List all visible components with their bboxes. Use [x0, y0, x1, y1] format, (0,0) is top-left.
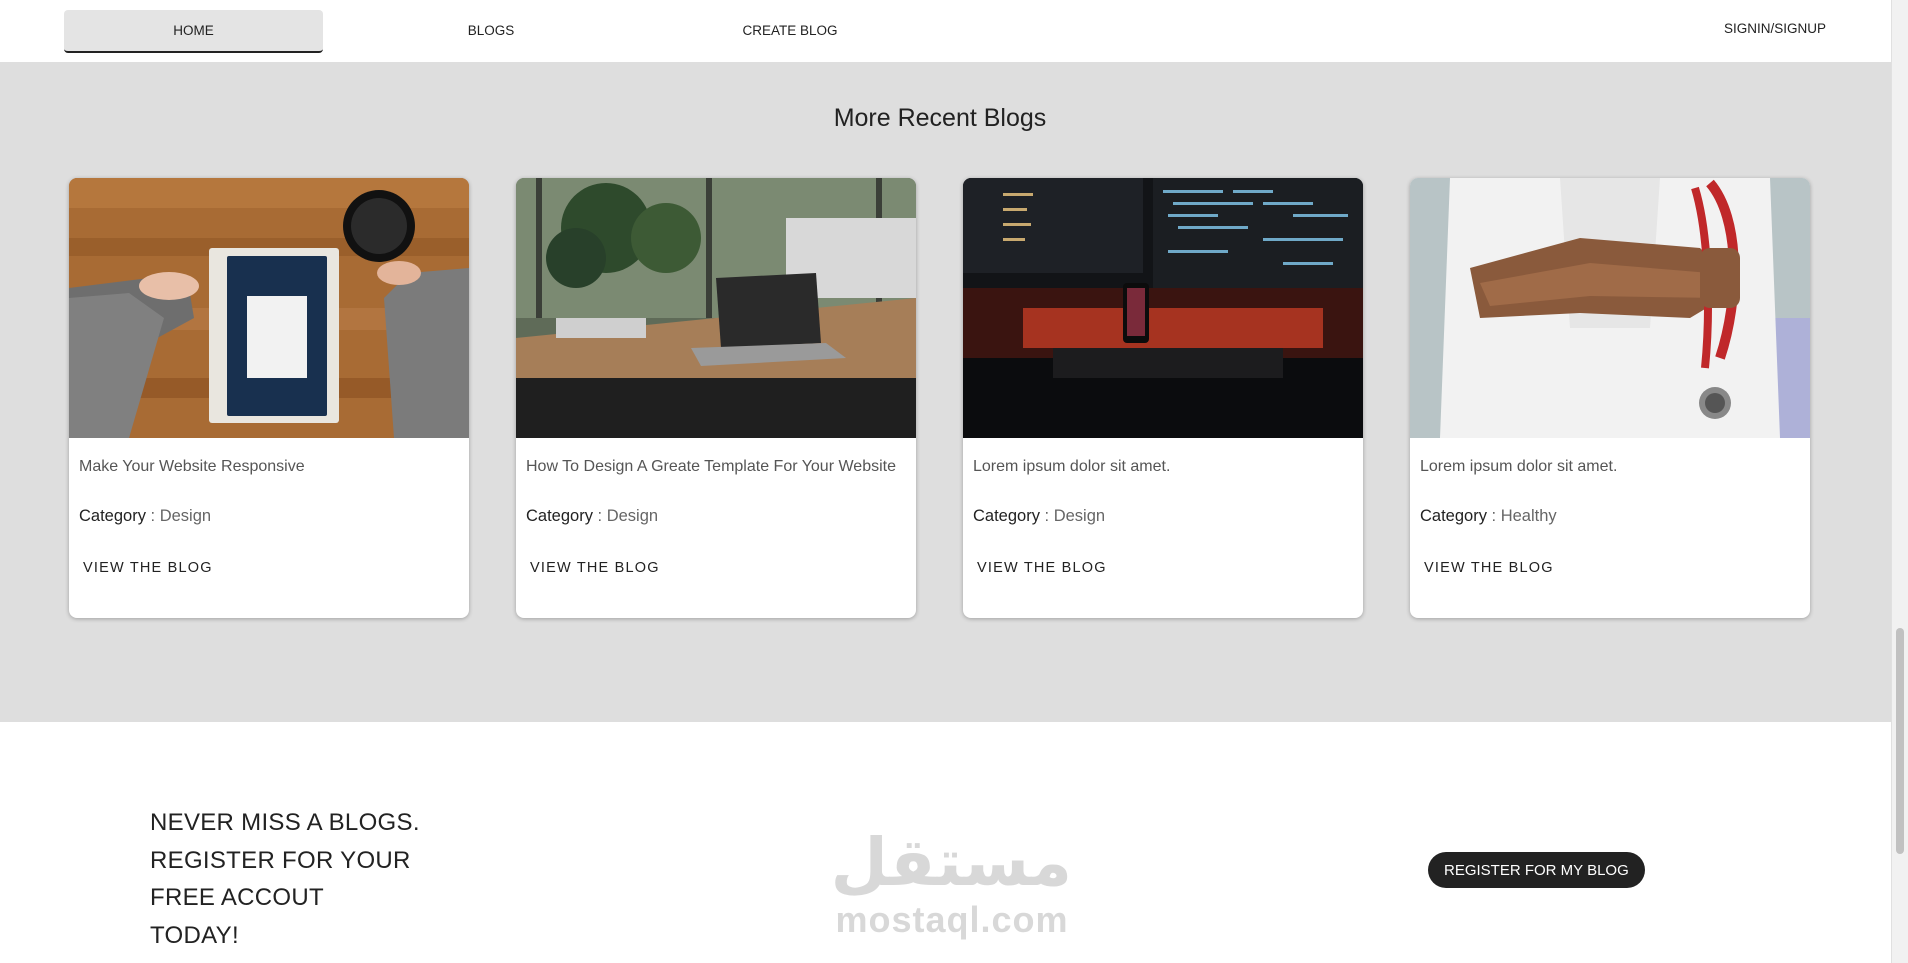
newsletter-cta-section: NEVER MISS A BLOGS. REGISTER FOR YOUR FR… — [0, 722, 1892, 963]
cta-text: NEVER MISS A BLOGS. REGISTER FOR YOUR FR… — [150, 804, 440, 954]
blog-card-image[interactable] — [69, 178, 469, 438]
blog-card-title: How To Design A Greate Template For Your… — [526, 458, 896, 475]
category-value: Design — [1053, 507, 1106, 525]
blog-card-image[interactable] — [516, 178, 916, 438]
blog-card-image[interactable] — [1410, 178, 1810, 438]
watermark-latin-text: mostaql.com — [835, 899, 1069, 940]
category-label: Category — [1420, 507, 1487, 525]
nav-blogs-link[interactable]: BLOGS — [426, 10, 556, 51]
nav-create-blog-link[interactable]: CREATE BLOG — [730, 10, 850, 51]
view-blog-link[interactable]: VIEW THE BLOG — [1424, 560, 1554, 576]
recent-blogs-section: More Recent Blogs Make Your Website Resp… — [0, 62, 1892, 722]
scrollbar-thumb[interactable] — [1896, 628, 1904, 854]
cta-line: FREE ACCOUT — [150, 884, 324, 911]
watermark-arabic-text: مستقل — [830, 825, 1072, 899]
category-value: Design — [159, 507, 212, 525]
blog-card-title: Lorem ipsum dolor sit amet. — [973, 458, 1171, 475]
blog-card-category: Category : Design — [79, 507, 212, 525]
blog-card-title: Lorem ipsum dolor sit amet. — [1420, 458, 1618, 475]
blog-card-category: Category : Healthy — [1420, 507, 1557, 525]
blog-card-category: Category : Design — [973, 507, 1106, 525]
register-for-blog-button[interactable]: REGISTER FOR MY BLOG — [1428, 852, 1645, 888]
page-scrollbar[interactable] — [1891, 0, 1908, 963]
cta-line: REGISTER FOR YOUR — [150, 846, 411, 874]
blog-card: How To Design A Greate Template For Your… — [516, 178, 916, 618]
code-monitors-image — [963, 178, 1363, 438]
top-navbar: HOME BLOGS CREATE BLOG SIGNIN/SIGNUP — [0, 0, 1892, 63]
blog-card-image[interactable] — [963, 178, 1363, 438]
category-label: Category — [526, 507, 593, 525]
laptop-desk-image — [516, 178, 916, 438]
category-value: Healthy — [1500, 507, 1557, 525]
doctor-stethoscope-image — [1410, 178, 1810, 438]
view-blog-link[interactable]: VIEW THE BLOG — [83, 560, 213, 576]
category-label: Category — [973, 507, 1040, 525]
mostaql-watermark: مستقل mostaql.com — [830, 822, 1072, 962]
category-value: Design — [606, 507, 659, 525]
blog-card: Lorem ipsum dolor sit amet. Category : D… — [963, 178, 1363, 618]
blog-card: Lorem ipsum dolor sit amet. Category : H… — [1410, 178, 1810, 618]
cta-line: TODAY! — [150, 921, 239, 949]
notebook-coffee-image — [69, 178, 469, 438]
cta-line: NEVER MISS A BLOGS. — [150, 809, 420, 836]
category-label: Category — [79, 507, 146, 525]
nav-signin-signup-link[interactable]: SIGNIN/SIGNUP — [1700, 8, 1850, 49]
nav-home-link[interactable]: HOME — [64, 10, 323, 53]
view-blog-link[interactable]: VIEW THE BLOG — [530, 560, 660, 576]
blog-card-category: Category : Design — [526, 507, 659, 525]
view-blog-link[interactable]: VIEW THE BLOG — [977, 560, 1107, 576]
section-title: More Recent Blogs — [833, 104, 1047, 132]
blog-card: Make Your Website Responsive Category : … — [69, 178, 469, 618]
blog-card-title: Make Your Website Responsive — [79, 458, 305, 475]
